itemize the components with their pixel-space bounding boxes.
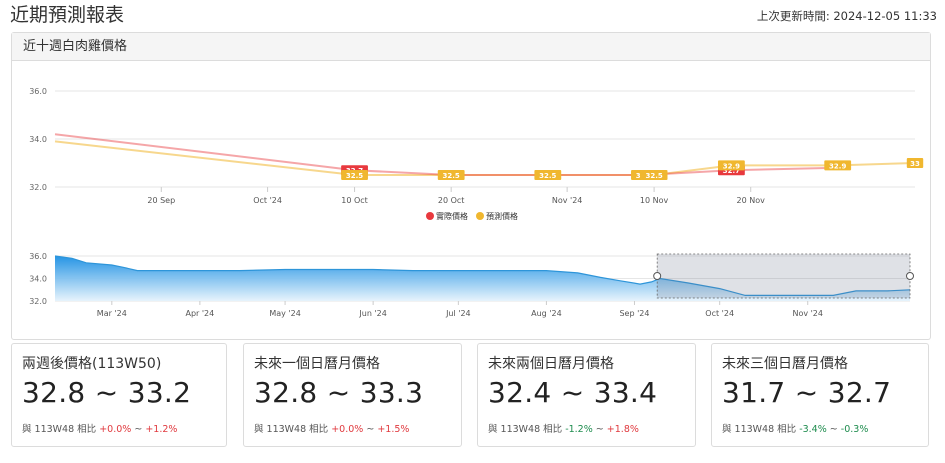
y-tick-label: 36.0	[29, 87, 47, 96]
y-tick-label: 32.0	[29, 183, 47, 192]
change-high: -0.3%	[840, 424, 869, 435]
page-title: 近期預測報表	[10, 4, 125, 26]
stat-title: 未來一個日曆月價格	[254, 356, 380, 372]
x-tick-label: 10 Nov	[640, 196, 669, 205]
change-sep: ~	[595, 424, 604, 435]
navigator-x-tick-label: Jul '24	[445, 309, 471, 318]
stat-compare: 與 113W48 相比 +0.0% ~ +1.2%	[22, 421, 177, 435]
change-low: +0.0%	[99, 424, 132, 435]
y-tick-label: 34.0	[29, 135, 47, 144]
stat-card-three-months: 未來三個日曆月價格 31.7 ~ 32.7 與 113W48 相比 -3.4% …	[711, 343, 929, 447]
x-tick-label: 20 Nov	[737, 196, 766, 205]
change-low: -3.4%	[799, 424, 827, 435]
forecast-data-label: 33	[910, 160, 920, 168]
forecast-data-label: 32.5	[443, 172, 460, 180]
stat-range: 32.4 ~ 33.4	[488, 376, 658, 409]
forecast-data-label: 32.9	[723, 162, 740, 170]
price-chart-card: 近十週白肉雞價格 36.0 34.0 32.0 20 Sep Oct '24 10 Oct…	[11, 32, 931, 340]
compare-label: 與 113W48 相比	[22, 424, 97, 435]
last-updated-label: 上次更新時間:	[756, 9, 830, 23]
stat-title: 未來三個日曆月價格	[722, 356, 848, 372]
last-updated-value: 2024-12-05 11:33	[833, 9, 937, 23]
x-tick-label: 20 Oct	[438, 196, 465, 205]
x-tick-label: Nov '24	[552, 196, 583, 205]
x-tick-label: Oct '24	[253, 196, 282, 205]
change-sep: ~	[134, 424, 143, 435]
stat-title: 未來兩個日曆月價格	[488, 356, 614, 372]
navigator-x-tick-label: Oct '24	[705, 309, 734, 318]
legend-actual-label: 實際價格	[436, 211, 468, 221]
compare-label: 與 113W48 相比	[488, 424, 563, 435]
chart-card-title: 近十週白肉雞價格	[12, 33, 930, 61]
navigator-x-tick-label: Mar '24	[97, 309, 127, 318]
change-low: -1.2%	[565, 424, 593, 435]
forecast-data-label: 32.5	[645, 172, 662, 180]
navigator-y-tick-label: 34.0	[29, 275, 47, 284]
compare-label: 與 113W48 相比	[254, 424, 329, 435]
change-sep: ~	[829, 424, 838, 435]
change-high: +1.5%	[377, 424, 410, 435]
navigator-x-tick-label: Sep '24	[619, 309, 649, 318]
stat-card-one-month: 未來一個日曆月價格 32.8 ~ 33.3 與 113W48 相比 +0.0% …	[243, 343, 462, 447]
stat-range: 31.7 ~ 32.7	[722, 376, 892, 409]
stat-card-two-months: 未來兩個日曆月價格 32.4 ~ 33.4 與 113W48 相比 -1.2% …	[477, 343, 696, 447]
navigator-handle-right[interactable]	[906, 272, 914, 280]
navigator-x-tick-label: Jun '24	[358, 309, 386, 318]
navigator-selection[interactable]	[656, 253, 911, 299]
navigator-handle-left[interactable]	[653, 272, 662, 280]
navigator-x-tick-label: Aug '24	[531, 309, 562, 318]
stat-range: 32.8 ~ 33.3	[254, 376, 424, 409]
main-price-chart[interactable]: 36.0 34.0 32.0 20 Sep Oct '24 10 Oct 20 Oct Nov…	[12, 61, 930, 339]
navigator-y-tick-label: 32.0	[29, 297, 47, 306]
last-updated: 上次更新時間: 2024-12-05 11:33	[757, 8, 937, 24]
x-tick-label: 10 Oct	[341, 196, 368, 205]
change-sep: ~	[366, 424, 375, 435]
stat-compare: 與 113W48 相比 -1.2% ~ +1.8%	[488, 421, 639, 435]
forecast-data-label: 32.5	[346, 172, 363, 180]
compare-label: 與 113W48 相比	[722, 424, 797, 435]
navigator-y-tick-label: 36.0	[29, 252, 47, 261]
stat-compare: 與 113W48 相比 +0.0% ~ +1.5%	[254, 421, 409, 435]
legend-actual-marker	[426, 212, 434, 220]
legend-forecast-marker	[476, 212, 484, 220]
legend-forecast-label: 預測價格	[486, 211, 518, 221]
navigator-x-tick-label: Apr '24	[185, 309, 214, 318]
forecast-data-label: 32.9	[829, 162, 846, 170]
x-tick-label: 20 Sep	[147, 196, 175, 205]
navigator-x-tick-label: May '24	[269, 309, 300, 318]
stat-range: 32.8 ~ 33.2	[22, 376, 192, 409]
change-high: +1.8%	[606, 424, 639, 435]
stat-compare: 與 113W48 相比 -3.4% ~ -0.3%	[722, 421, 868, 435]
stat-card-two-weeks: 兩週後價格(113W50) 32.8 ~ 33.2 與 113W48 相比 +0…	[11, 343, 227, 447]
forecast-data-label: 32.5	[539, 172, 556, 180]
navigator-x-tick-label: Nov '24	[792, 309, 823, 318]
change-low: +0.0%	[331, 424, 364, 435]
stat-title: 兩週後價格(113W50)	[22, 356, 162, 372]
change-high: +1.2%	[145, 424, 178, 435]
